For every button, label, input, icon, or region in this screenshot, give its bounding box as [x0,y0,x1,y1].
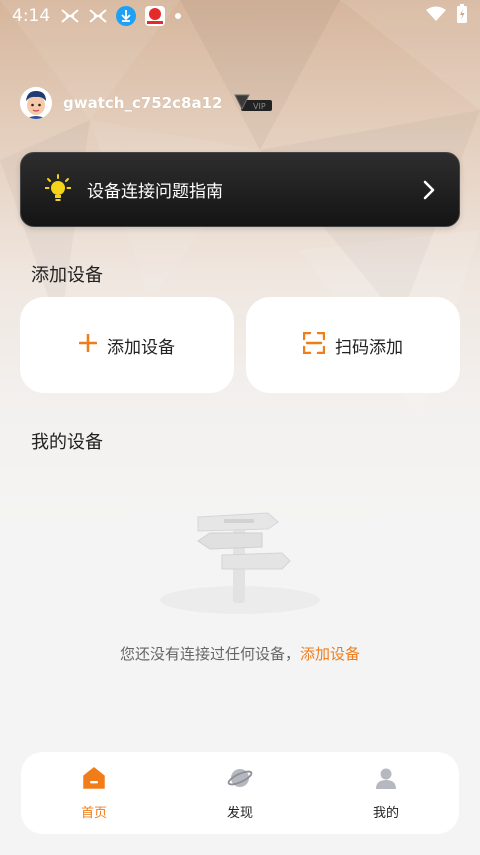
svg-text:VIP: VIP [253,102,266,111]
empty-devices-message: 您还没有连接过任何设备，添加设备 [0,643,480,664]
bottom-navigation: 首页 发现 我的 [21,752,459,834]
nav-discover-label: 发现 [226,805,253,821]
home-icon [82,766,106,794]
status-bar: 4:14 [0,0,480,32]
plus-icon [78,333,98,356]
empty-add-device-link[interactable]: 添加设备 [300,645,360,663]
lightbulb-icon [44,173,72,206]
nav-home[interactable]: 首页 [34,766,154,821]
x-notification-icon [88,9,108,23]
avatar[interactable] [20,87,52,119]
person-icon [374,766,398,794]
guide-title: 设备连接问题指南 [87,182,223,202]
add-section-title: 添加设备 [31,265,103,286]
app-notification-icon [144,5,166,27]
download-icon [116,6,137,26]
signpost-illustration-icon [160,512,320,614]
vip-crown-icon: VIP [233,94,272,111]
planet-icon [227,766,253,794]
x-notification-icon [60,9,80,23]
avatar-illustration-icon [20,87,52,119]
dot-icon [174,12,182,20]
connection-guide-banner[interactable]: 设备连接问题指南 [20,152,460,227]
scan-add-label: 扫码添加 [335,337,403,358]
chevron-right-icon [423,180,435,200]
battery-charging-icon [456,4,468,28]
user-profile-row[interactable]: gwatch_c752c8a12 VIP [20,86,273,120]
my-devices-title: 我的设备 [31,432,103,453]
add-device-label: 添加设备 [107,337,175,358]
username: gwatch_c752c8a12 [63,94,223,112]
nav-discover[interactable]: 发现 [180,766,300,821]
wifi-icon [426,6,446,26]
add-device-button[interactable]: 添加设备 [20,297,234,393]
nav-mine[interactable]: 我的 [326,766,446,821]
scan-add-button[interactable]: 扫码添加 [246,297,460,393]
nav-mine-label: 我的 [372,805,399,821]
status-time: 4:14 [12,6,51,26]
vip-badge: VIP [233,93,273,113]
nav-home-label: 首页 [80,805,107,821]
empty-devices-text: 您还没有连接过任何设备， [119,645,300,663]
scan-qr-icon [302,331,326,358]
